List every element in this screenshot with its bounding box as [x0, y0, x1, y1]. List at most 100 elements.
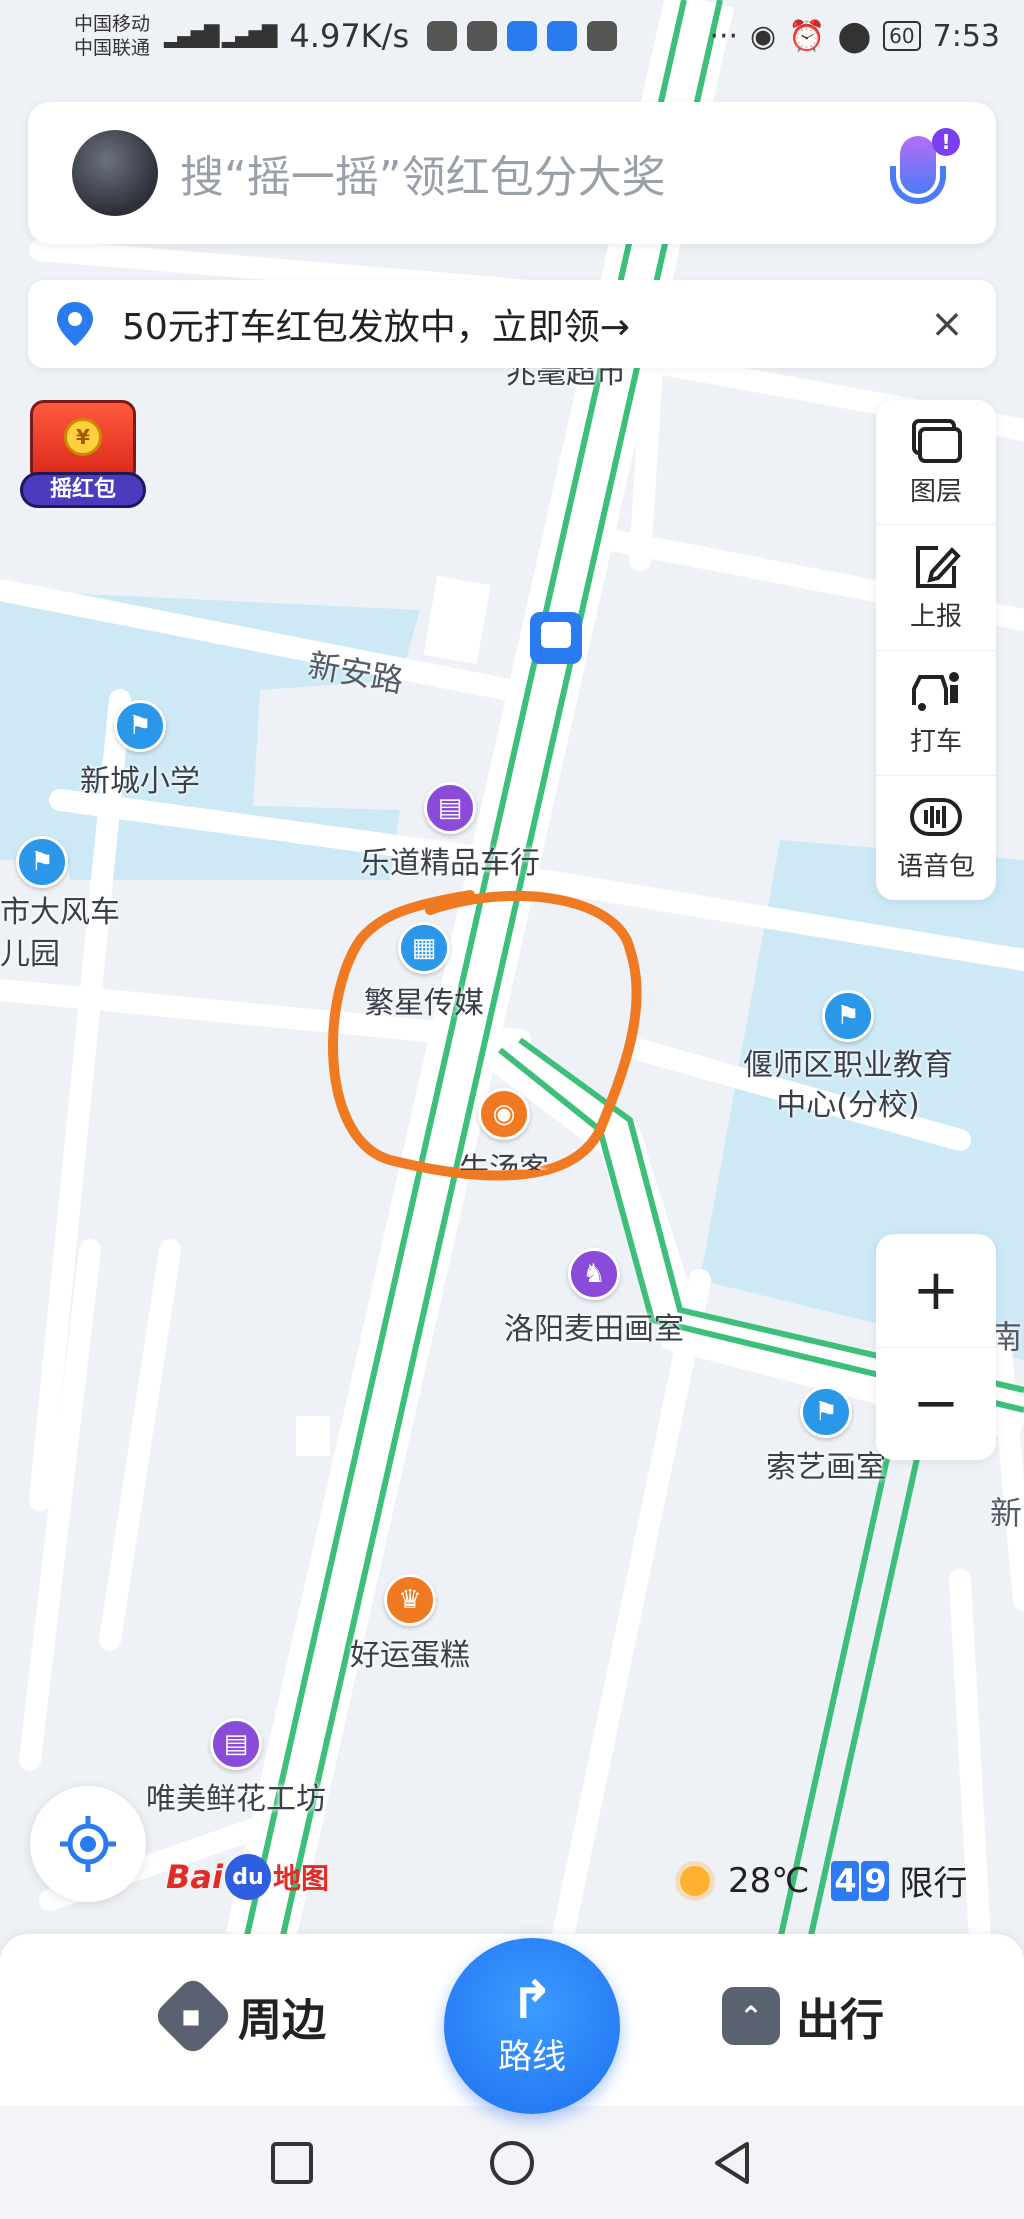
tool-label: 图层	[909, 476, 962, 507]
logo-du: du	[224, 1854, 271, 1900]
plate-restriction: 4 9	[831, 1860, 891, 1901]
poi-maitian-studio[interactable]: ♞ 洛阳麦田画室	[504, 1248, 684, 1348]
poi-ledao-car-shop[interactable]: ▤ 乐道精品车行	[360, 782, 540, 882]
poi-suoyi-studio[interactable]: ⚑ 索艺画室	[766, 1386, 886, 1486]
logo-ditu: 地图	[272, 1862, 329, 1895]
clock: 7:53	[932, 18, 1000, 54]
poi-kindergarten[interactable]: ⚑ 市大风车 儿园	[0, 836, 120, 976]
poi-label: 繁星传媒	[364, 986, 484, 1021]
status-right: ··· ◉ ⏰ ⬤ 60 7:53	[709, 19, 1000, 54]
zoom-in-button[interactable]: +	[876, 1234, 996, 1348]
mic-stand	[890, 166, 946, 204]
recent-apps-icon[interactable]	[267, 2138, 317, 2188]
layers-icon	[912, 418, 962, 463]
poi-label: 唯美鲜花工坊	[146, 1782, 326, 1817]
signal-icon: ▂▄▆█ ▂▄▆█	[164, 24, 277, 48]
baidu-map-logo: Bai du 地图	[166, 1854, 329, 1900]
weather-widget[interactable]: 28℃ 4 9 限行	[680, 1856, 967, 1905]
tool-label: 上报	[909, 601, 962, 632]
school-icon: ⚑	[16, 836, 68, 888]
search-input[interactable]: 搜“摇一摇”领红包分大奖	[180, 141, 880, 205]
hand-icon	[587, 21, 618, 51]
school-icon: ⚑	[800, 1386, 852, 1438]
back-icon[interactable]	[707, 2138, 757, 2188]
shop-icon: ▤	[210, 1718, 262, 1770]
poi-vocational-school[interactable]: ⚑ 偃师区职业教育 中心(分校)	[743, 990, 953, 1126]
travel-button[interactable]: ⌃ 出行	[722, 1984, 884, 2048]
poi-weimei-flower[interactable]: ▤ 唯美鲜花工坊	[146, 1718, 326, 1818]
route-button[interactable]: ↱ 路线	[444, 1938, 620, 2114]
plate-digit: 4	[831, 1860, 860, 1901]
cake-icon: ♛	[384, 1574, 436, 1626]
location-icon: ⬤	[837, 18, 872, 54]
locate-me-button[interactable]	[30, 1786, 146, 1902]
nearby-label: 周边	[238, 1995, 326, 2046]
restaurant-icon: ◉	[478, 1088, 530, 1140]
battery-icon: 60	[883, 21, 921, 51]
poi-niutangke[interactable]: ◉ 牛汤客	[459, 1088, 549, 1170]
plate-digit: 9	[861, 1860, 890, 1901]
zoom-control: + −	[876, 1234, 996, 1460]
crosshair-icon	[60, 1816, 116, 1872]
restriction-label: 限行	[899, 1864, 968, 1904]
poi-label: 市大风车 儿园	[0, 895, 120, 972]
travel-icon: ⌃	[722, 1987, 780, 2045]
search-bar[interactable]: 搜“摇一摇”领红包分大奖 !	[28, 102, 996, 244]
eye-icon: ◉	[750, 18, 777, 54]
poi-haoyun-cake[interactable]: ♛ 好运蛋糕	[350, 1574, 470, 1674]
temperature: 28℃	[728, 1860, 810, 1901]
home-icon[interactable]	[487, 2138, 537, 2188]
poi-xincheng-school[interactable]: ⚑ 新城小学	[80, 700, 200, 800]
route-arrow-icon: ↱	[510, 1970, 554, 2031]
tool-taxi[interactable]: 打车	[876, 651, 996, 776]
coin-icon: ¥	[64, 418, 102, 456]
banner-text[interactable]: 50元打车红包发放中，立即领→	[122, 298, 922, 350]
notification-badge: !	[932, 128, 960, 156]
nearby-button[interactable]: ◆ 周边	[151, 1974, 326, 2058]
shake-red-packet[interactable]: ¥ 摇红包	[18, 392, 148, 512]
poi-label: 好运蛋糕	[350, 1638, 470, 1673]
map-edge-label: 新	[990, 1494, 1023, 1532]
more-icon: ···	[709, 18, 739, 54]
red-packet-label: 摇红包	[20, 472, 146, 508]
sun-icon	[680, 1865, 710, 1896]
voice-search-button[interactable]: !	[880, 128, 960, 218]
poi-label: 乐道精品车行	[360, 846, 540, 881]
poi-label: 洛阳麦田画室	[504, 1312, 684, 1347]
taxi-icon	[912, 672, 959, 712]
location-pin-icon	[57, 302, 93, 346]
alarm-icon: ⏰	[788, 18, 826, 54]
shield-icon	[467, 21, 498, 51]
system-nav-bar	[0, 2106, 1024, 2219]
school-icon: ⚑	[822, 990, 874, 1042]
route-label: 路线	[498, 2036, 566, 2077]
logo-bai: Bai	[166, 1858, 223, 1896]
promo-banner[interactable]: 50元打车红包发放中，立即领→ ×	[28, 280, 996, 368]
search-app-icon	[547, 21, 578, 51]
close-icon[interactable]: ×	[922, 301, 972, 347]
school-icon: ⚑	[114, 700, 166, 752]
travel-label: 出行	[796, 1995, 884, 2046]
carrier-2: 中国联通	[74, 37, 151, 59]
tool-layers[interactable]: 图层	[876, 400, 996, 526]
zoom-out-button[interactable]: −	[876, 1348, 996, 1461]
status-bar: 中国移动 中国联通 ▂▄▆█ ▂▄▆█ 4.97K/s ··· ◉ ⏰ ⬤ 60…	[0, 0, 1024, 72]
edit-report-icon	[916, 545, 961, 588]
carrier-info: 中国移动 中国联通	[74, 12, 150, 60]
shop-icon: ▤	[424, 782, 476, 834]
map-toolbar: 图层 上报 打车 语音包	[876, 400, 996, 900]
toy-horse-icon: ♞	[568, 1248, 620, 1300]
poi-label: 索艺画室	[766, 1450, 886, 1485]
net-speed: 4.97K/s	[289, 17, 410, 55]
poi-fanxing-media[interactable]: ▦ 繁星传媒	[364, 922, 484, 1022]
tool-report[interactable]: 上报	[876, 525, 996, 651]
tool-label: 打车	[909, 727, 962, 758]
voice-pack-icon	[910, 798, 962, 837]
avatar[interactable]	[72, 130, 158, 216]
poi-label: 新城小学	[80, 764, 200, 799]
carrier-1: 中国移动	[74, 13, 151, 35]
poi-label: 牛汤客	[459, 1152, 549, 1170]
tool-voice-pack[interactable]: 语音包	[876, 776, 996, 900]
compass-icon: ◆	[151, 1974, 235, 2058]
poi-label: 偃师区职业教育 中心(分校)	[743, 1048, 953, 1123]
